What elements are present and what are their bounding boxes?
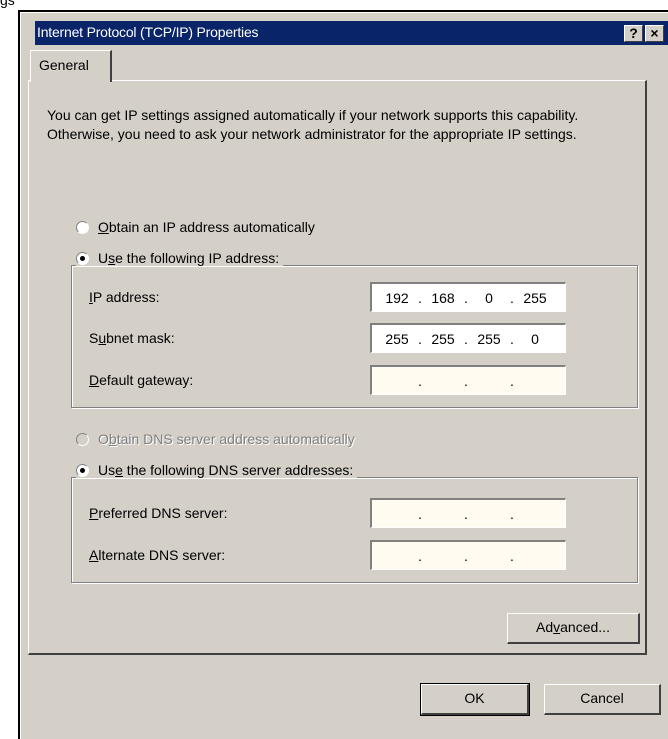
subnet-dot: .	[510, 330, 514, 347]
use-ip-radio[interactable]	[76, 251, 89, 265]
ip-octet-4: 255	[523, 289, 547, 306]
tab-general-label: General	[39, 57, 89, 73]
advanced-button[interactable]: Advanced...	[507, 613, 640, 644]
preferred-dns-octet-4	[516, 506, 554, 522]
window-frame-top	[18, 10, 668, 12]
preferred-dns-dot: .	[418, 505, 422, 522]
preferred-dns-octet-1	[378, 506, 416, 522]
ip-octet-3: 0	[485, 289, 493, 306]
ok-button[interactable]: OK	[420, 683, 530, 716]
preferred-dns-label: Preferred DNS server:	[89, 505, 228, 521]
ip-octet-1: 192	[385, 289, 409, 306]
use-dns-label: Use the following DNS server addresses:	[98, 462, 354, 478]
subnet-mask-input[interactable]: 255. 255. 255. 0	[370, 323, 566, 353]
background-window-text: gs	[0, 0, 15, 8]
tab-general[interactable]: General	[30, 50, 112, 82]
gateway-octet-2	[424, 373, 462, 389]
gateway-octet-4	[516, 373, 554, 389]
ip-address-label: IP address:	[89, 289, 160, 305]
alternate-dns-input[interactable]: . . .	[370, 540, 566, 570]
ip-dot: .	[464, 289, 468, 306]
use-ip-label: Use the following IP address:	[98, 250, 280, 266]
ip-dot: .	[510, 289, 514, 306]
subnet-octet-2: 255	[431, 330, 455, 347]
subnet-octet-4: 0	[531, 330, 539, 347]
ip-octet-2: 168	[431, 289, 455, 306]
window-frame-left	[18, 10, 20, 739]
preferred-dns-dot: .	[464, 505, 468, 522]
obtain-ip-auto-option[interactable]: Obtain an IP address automatically	[76, 219, 319, 235]
ip-address-input[interactable]: 192. 168. 0. 255	[370, 282, 566, 312]
subnet-dot: .	[464, 330, 468, 347]
preferred-dns-octet-2	[424, 506, 462, 522]
gateway-dot: .	[464, 372, 468, 389]
subnet-dot: .	[418, 330, 422, 347]
default-gateway-input[interactable]: . . .	[370, 365, 566, 395]
obtain-ip-auto-radio[interactable]	[76, 220, 89, 234]
gateway-dot: .	[418, 372, 422, 389]
help-button[interactable]: ?	[624, 25, 643, 42]
ip-dot: .	[418, 289, 422, 306]
obtain-dns-auto-label: Obtain DNS server address automatically	[98, 431, 355, 447]
preferred-dns-octet-3	[470, 506, 508, 522]
obtain-dns-auto-option[interactable]: Obtain DNS server address automatically	[76, 431, 359, 447]
alternate-dns-octet-4	[516, 548, 554, 564]
alternate-dns-octet-2	[424, 548, 462, 564]
use-dns-radio[interactable]	[76, 463, 89, 477]
alternate-dns-dot: .	[510, 547, 514, 564]
intro-text: You can get IP settings assigned automat…	[47, 107, 579, 142]
preferred-dns-input[interactable]: . . .	[370, 498, 566, 528]
subnet-octet-1: 255	[385, 330, 409, 347]
obtain-ip-auto-label: Obtain an IP address automatically	[98, 219, 315, 235]
preferred-dns-dot: .	[510, 505, 514, 522]
use-dns-option[interactable]: Use the following DNS server addresses:	[76, 462, 358, 478]
gateway-dot: .	[510, 372, 514, 389]
default-gateway-label: Default gateway:	[89, 372, 194, 388]
alternate-dns-dot: .	[464, 547, 468, 564]
subnet-octet-3: 255	[477, 330, 501, 347]
window-title: Internet Protocol (TCP/IP) Properties	[37, 24, 259, 40]
title-bar[interactable]: Internet Protocol (TCP/IP) Properties ? …	[35, 21, 668, 45]
use-ip-option[interactable]: Use the following IP address:	[76, 250, 284, 266]
cancel-button[interactable]: Cancel	[544, 684, 661, 715]
gateway-octet-3	[470, 373, 508, 389]
close-button[interactable]: ×	[645, 25, 664, 42]
alternate-dns-dot: .	[418, 547, 422, 564]
alternate-dns-label: Alternate DNS server:	[89, 547, 226, 563]
alternate-dns-octet-3	[470, 548, 508, 564]
alternate-dns-octet-1	[378, 548, 416, 564]
obtain-dns-auto-radio[interactable]	[76, 432, 89, 446]
gateway-octet-1	[378, 373, 416, 389]
subnet-mask-label: Subnet mask:	[89, 330, 175, 346]
